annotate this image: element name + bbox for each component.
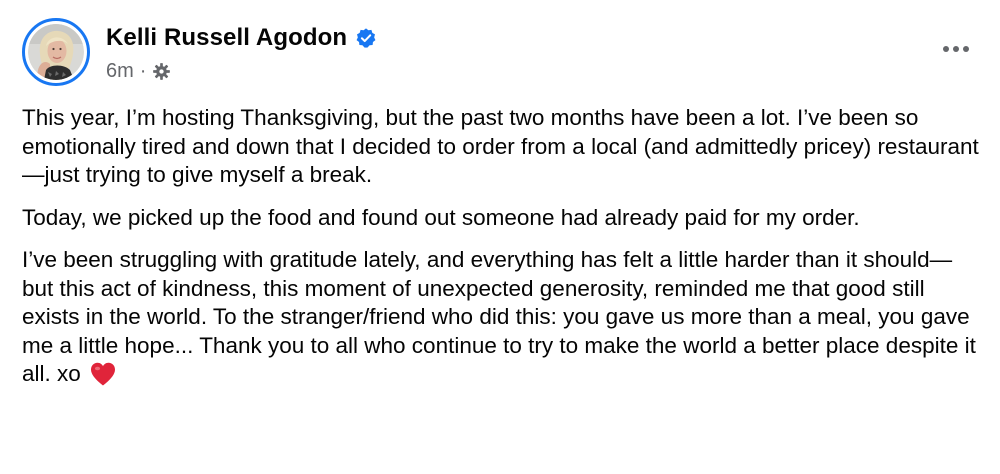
gear-icon[interactable] — [152, 62, 171, 81]
post-paragraph-2: Today, we picked up the food and found o… — [22, 204, 860, 230]
verified-badge-icon — [356, 28, 376, 48]
post-paragraph-1: This year, I’m hosting Thanksgiving, but… — [22, 105, 979, 187]
post-paragraph-3: I’ve been struggling with gratitude late… — [22, 246, 982, 389]
author-row: Kelli Russell Agodon — [106, 22, 377, 54]
post-meta: Kelli Russell Agodon 6m · — [106, 22, 377, 83]
author-name[interactable]: Kelli Russell Agodon — [106, 24, 347, 52]
facebook-post: Kelli Russell Agodon 6m · This year, I’m… — [0, 0, 1000, 474]
separator-dot: · — [139, 60, 147, 82]
more-options-button[interactable] — [936, 34, 976, 64]
red-heart-icon — [91, 362, 116, 386]
post-header: Kelli Russell Agodon 6m · — [22, 18, 377, 86]
more-options-icon — [943, 46, 969, 52]
avatar-story-ring[interactable] — [22, 18, 90, 86]
post-body: This year, I’m hosting Thanksgiving, but… — [22, 104, 982, 403]
post-paragraph-3-text: I’ve been struggling with gratitude late… — [22, 247, 976, 386]
post-subtitle-row: 6m · — [106, 60, 377, 83]
avatar[interactable] — [28, 24, 84, 80]
post-timestamp[interactable]: 6m — [106, 60, 134, 83]
